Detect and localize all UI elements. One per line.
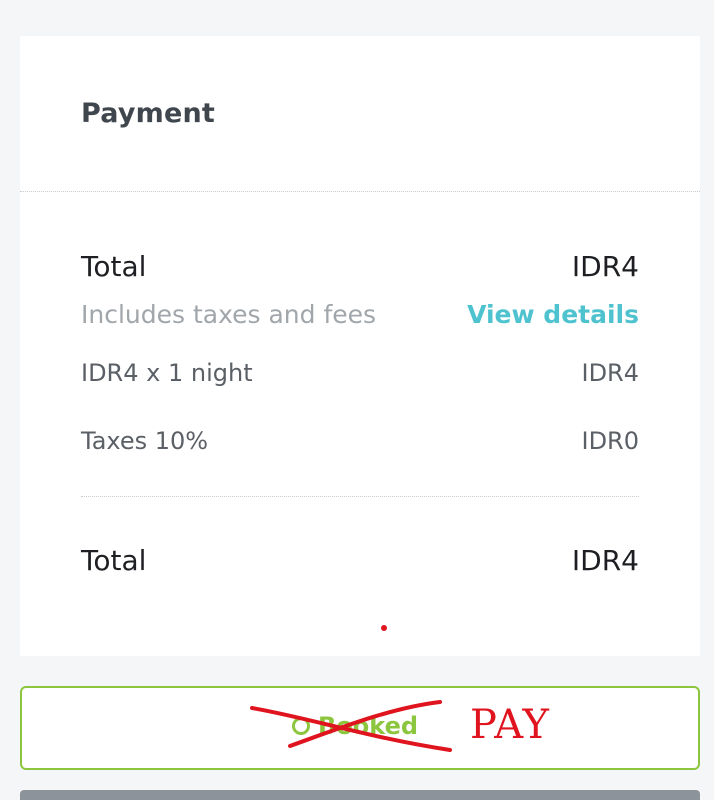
view-details-link[interactable]: View details bbox=[467, 300, 639, 329]
taxes-note: Includes taxes and fees bbox=[81, 300, 377, 329]
booked-content: Booked bbox=[292, 712, 418, 740]
grand-total-value: IDR4 bbox=[571, 544, 639, 577]
totals-divider bbox=[81, 496, 639, 497]
total-row: Total IDR4 bbox=[81, 250, 639, 283]
booked-button[interactable]: Booked PAY bbox=[20, 686, 700, 770]
payment-card: Payment Total IDR4 Includes taxes and fe… bbox=[20, 36, 700, 656]
taxes-label: Taxes 10% bbox=[81, 427, 209, 455]
booked-label: Booked bbox=[318, 712, 419, 740]
annotation-dot bbox=[381, 625, 387, 631]
line-item-value: IDR4 bbox=[581, 359, 639, 387]
total-label: Total bbox=[81, 250, 147, 283]
line-item-row: IDR4 x 1 night IDR4 bbox=[81, 359, 639, 387]
payment-title: Payment bbox=[81, 98, 216, 129]
taxes-row: Taxes 10% IDR0 bbox=[81, 427, 639, 455]
check-circle-icon bbox=[292, 717, 310, 735]
taxes-note-row: Includes taxes and fees View details bbox=[81, 300, 639, 329]
grand-total-row: Total IDR4 bbox=[81, 544, 639, 577]
grand-total-label: Total bbox=[81, 544, 147, 577]
taxes-value: IDR0 bbox=[581, 427, 639, 455]
header-divider bbox=[20, 191, 700, 192]
pay-annotation: PAY bbox=[470, 702, 550, 748]
line-item-label: IDR4 x 1 night bbox=[81, 359, 253, 387]
total-value: IDR4 bbox=[571, 250, 639, 283]
bottom-bar bbox=[20, 790, 700, 800]
